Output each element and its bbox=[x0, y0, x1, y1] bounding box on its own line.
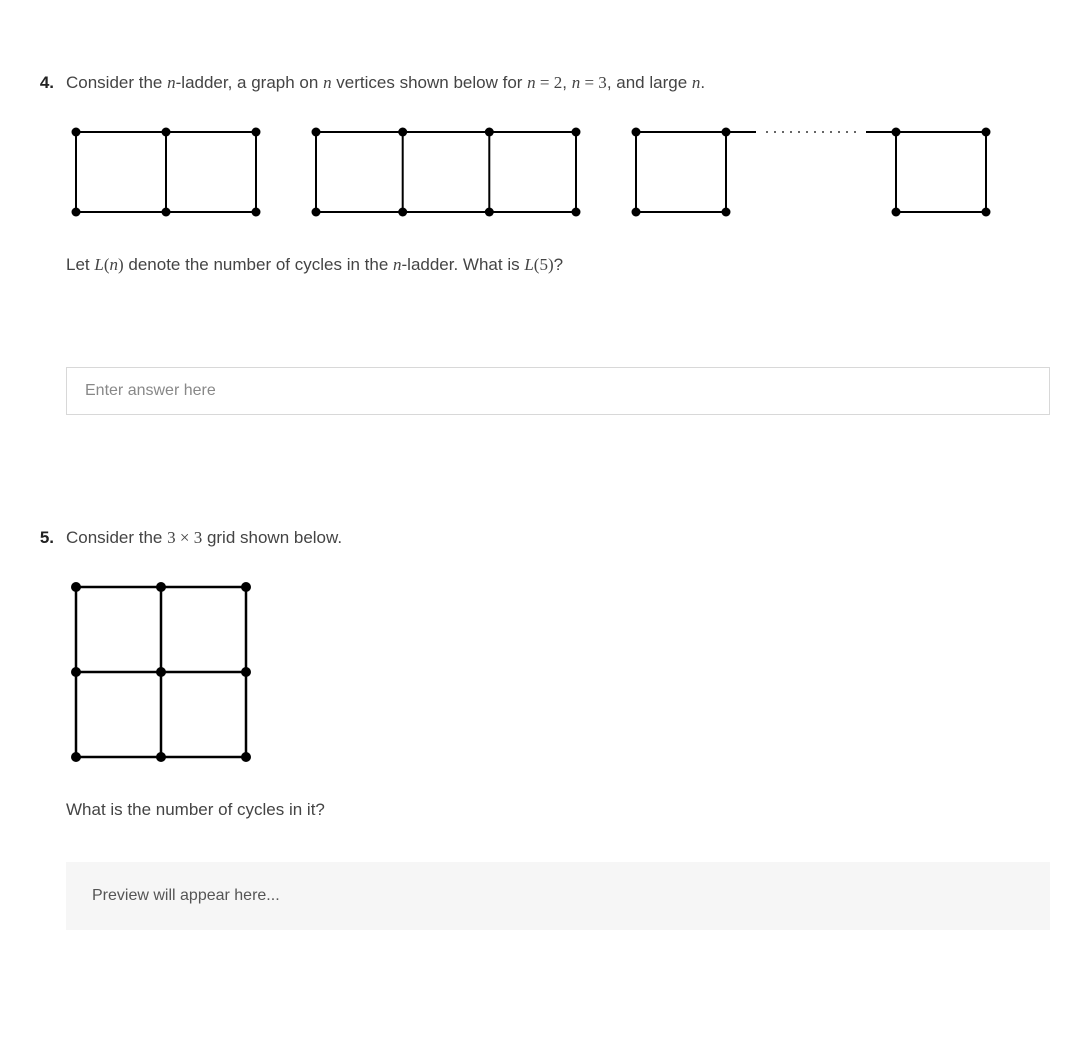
q5-prompt: Consider the 3 × 3 grid shown below. bbox=[66, 525, 1050, 551]
ladder-n2-figure bbox=[66, 122, 266, 222]
q4-figures bbox=[66, 122, 1050, 222]
text: vertices shown below for bbox=[332, 73, 528, 92]
question-5: 5. Consider the 3 × 3 grid shown below. bbox=[30, 525, 1050, 930]
text: . bbox=[700, 73, 705, 92]
q5-subprompt: What is the number of cycles in it? bbox=[66, 797, 1050, 823]
q5-preview-box: Preview will appear here... bbox=[66, 862, 1050, 930]
question-4: 4. Consider the n-ladder, a graph on n v… bbox=[30, 70, 1050, 415]
question-body: Consider the n-ladder, a graph on n vert… bbox=[66, 70, 1050, 415]
math-expr: n = 3 bbox=[572, 73, 607, 92]
text: ? bbox=[554, 255, 563, 274]
grid-3x3-figure bbox=[66, 577, 256, 767]
ladder-large-n-figure bbox=[626, 122, 996, 222]
question-number: 5. bbox=[30, 525, 66, 551]
math-expr: L(5) bbox=[524, 255, 553, 274]
page-content: 4. Consider the n-ladder, a graph on n v… bbox=[0, 0, 1080, 1040]
math-expr: L(n) bbox=[94, 255, 123, 274]
math-expr: 3 × 3 bbox=[167, 528, 202, 547]
text: denote the number of cycles in the bbox=[124, 255, 393, 274]
q4-answer-input[interactable] bbox=[66, 367, 1050, 415]
q4-prompt: Consider the n-ladder, a graph on n vert… bbox=[66, 70, 1050, 96]
text: Let bbox=[66, 255, 94, 274]
math-expr: n = 2 bbox=[527, 73, 562, 92]
math-var: n bbox=[393, 255, 402, 274]
text: , bbox=[562, 73, 571, 92]
q4-subprompt: Let L(n) denote the number of cycles in … bbox=[66, 252, 1050, 278]
math-var: n bbox=[323, 73, 332, 92]
text: , and large bbox=[607, 73, 692, 92]
text: -ladder, a graph on bbox=[176, 73, 323, 92]
math-var: n bbox=[167, 73, 176, 92]
text: grid shown below. bbox=[202, 528, 342, 547]
question-number: 4. bbox=[30, 70, 66, 96]
ladder-n3-figure bbox=[306, 122, 586, 222]
question-body: Consider the 3 × 3 grid shown below. bbox=[66, 525, 1050, 930]
text: Consider the bbox=[66, 528, 167, 547]
text: Consider the bbox=[66, 73, 167, 92]
text: -ladder. What is bbox=[402, 255, 525, 274]
